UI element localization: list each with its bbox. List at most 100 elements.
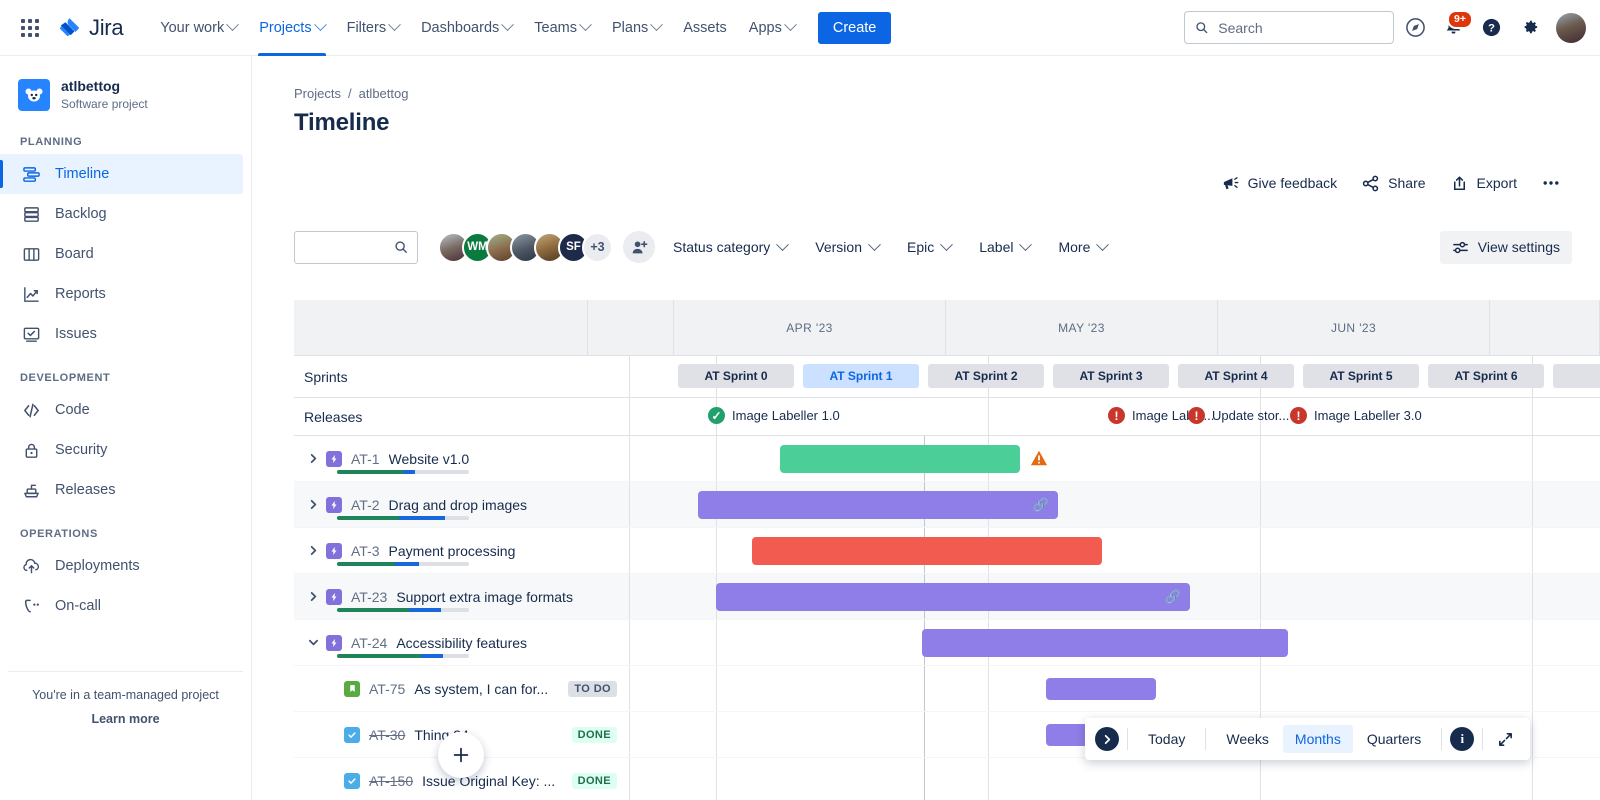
issue-summary[interactable]: Issue Original Key: ... xyxy=(422,773,555,789)
sidebar-item-reports[interactable]: Reports xyxy=(0,274,243,314)
filter-label[interactable]: Label xyxy=(969,232,1040,262)
profile-avatar[interactable] xyxy=(1556,12,1586,43)
project-header[interactable]: atlbettog Software project xyxy=(0,56,251,118)
issue-key[interactable]: AT-75 xyxy=(369,681,405,697)
nav-item-apps[interactable]: Apps xyxy=(738,0,806,56)
give-feedback-button[interactable]: Give feedback xyxy=(1212,167,1347,200)
release-marker[interactable]: ✓ Image Labeller 1.0 xyxy=(708,407,840,424)
release-marker[interactable]: ! Image Labeller 3.0 xyxy=(1290,407,1422,424)
issue-summary[interactable]: Drag and drop images xyxy=(389,497,528,513)
sidebar-item-security[interactable]: Security xyxy=(0,430,243,470)
status-badge[interactable]: TO DO xyxy=(568,680,617,697)
help-button[interactable]: ? xyxy=(1474,11,1508,45)
expand-chevron-icon[interactable] xyxy=(304,496,322,514)
create-issue-fab[interactable] xyxy=(438,732,484,778)
more-actions-button[interactable] xyxy=(1532,166,1570,200)
zoom-quarters-button[interactable]: Quarters xyxy=(1355,725,1433,753)
sprint-chip-current[interactable]: AT Sprint 1 xyxy=(803,364,919,388)
sidebar-item-code[interactable]: Code xyxy=(0,390,243,430)
sidebar-item-issues[interactable]: Issues xyxy=(0,314,243,354)
nav-item-projects[interactable]: Projects xyxy=(248,0,335,56)
filter-version[interactable]: Version xyxy=(805,232,889,262)
nav-item-your-work[interactable]: Your work xyxy=(149,0,248,56)
collapse-chevron-icon[interactable] xyxy=(304,634,322,652)
learn-more-link[interactable]: Learn more xyxy=(8,712,243,726)
expand-chevron-icon[interactable] xyxy=(304,542,322,560)
create-button[interactable]: Create xyxy=(817,11,892,44)
filter-epic[interactable]: Epic xyxy=(897,232,961,262)
sprint-chip[interactable]: AT Sprint 2 xyxy=(928,364,1044,388)
gantt-bar-at-1[interactable] xyxy=(780,445,1020,473)
filter-status-category[interactable]: Status category xyxy=(663,232,797,262)
issue-key[interactable]: AT-3 xyxy=(351,543,380,559)
table-row[interactable]: AT-2 Drag and drop images 🔗 xyxy=(294,482,1600,528)
breadcrumb-projects[interactable]: Projects xyxy=(294,86,341,101)
settings-button[interactable] xyxy=(1512,11,1546,45)
sprint-chip[interactable]: AT Sprint 6 xyxy=(1428,364,1544,388)
collapse-panel-button[interactable] xyxy=(1095,727,1119,751)
expand-chevron-icon[interactable] xyxy=(304,588,322,606)
table-row[interactable]: AT-23 Support extra image formats 🔗 xyxy=(294,574,1600,620)
sidebar-item-backlog[interactable]: Backlog xyxy=(0,194,243,234)
fullscreen-button[interactable] xyxy=(1491,725,1520,754)
table-row[interactable]: AT-24 Accessibility features xyxy=(294,620,1600,666)
sprint-chip[interactable]: AT Sprint 0 xyxy=(678,364,794,388)
issue-summary[interactable]: Payment processing xyxy=(389,543,516,559)
table-row[interactable]: AT-75 As system, I can for... TO DO xyxy=(294,666,1600,712)
zoom-weeks-button[interactable]: Weeks xyxy=(1214,725,1281,753)
expand-chevron-icon[interactable] xyxy=(304,450,322,468)
jira-logo[interactable]: Jira xyxy=(58,15,124,41)
table-row[interactable]: AT-1 Website v1.0 xyxy=(294,436,1600,482)
issue-key[interactable]: AT-2 xyxy=(351,497,380,513)
gantt-bar-at-2[interactable]: 🔗 xyxy=(698,491,1058,519)
gantt-bar-at-3[interactable] xyxy=(752,537,1102,565)
table-row[interactable]: AT-150 Issue Original Key: ... DONE xyxy=(294,758,1600,800)
view-settings-button[interactable]: View settings xyxy=(1439,230,1572,264)
compass-button[interactable] xyxy=(1398,11,1432,45)
issue-key[interactable]: AT-23 xyxy=(351,589,387,605)
gantt-bar-at-23[interactable]: 🔗 xyxy=(716,583,1190,611)
issue-key[interactable]: AT-24 xyxy=(351,635,387,651)
breadcrumb-project[interactable]: atlbettog xyxy=(359,86,409,101)
issue-key[interactable]: AT-150 xyxy=(369,773,413,789)
nav-item-assets[interactable]: Assets xyxy=(672,0,738,56)
warning-icon[interactable] xyxy=(1030,449,1048,467)
status-badge[interactable]: DONE xyxy=(571,772,617,789)
info-button[interactable]: i xyxy=(1450,727,1475,751)
sprint-chip[interactable] xyxy=(1553,364,1600,388)
nav-item-plans[interactable]: Plans xyxy=(601,0,672,56)
sidebar-item-timeline[interactable]: Timeline xyxy=(0,154,243,194)
issue-key[interactable]: AT-30 xyxy=(369,727,405,743)
today-button[interactable]: Today xyxy=(1136,725,1197,753)
add-people-button[interactable] xyxy=(623,231,655,263)
nav-item-teams[interactable]: Teams xyxy=(523,0,601,56)
timeline-search-input[interactable] xyxy=(294,230,418,264)
gantt-bar-at-24[interactable] xyxy=(922,629,1288,657)
issue-summary[interactable]: Accessibility features xyxy=(396,635,527,651)
app-switcher-icon[interactable] xyxy=(18,16,42,40)
sidebar-item-releases[interactable]: Releases xyxy=(0,470,243,510)
table-row[interactable]: AT-3 Payment processing xyxy=(294,528,1600,574)
global-search[interactable] xyxy=(1184,11,1394,44)
issue-summary[interactable]: Website v1.0 xyxy=(389,451,470,467)
nav-item-dashboards[interactable]: Dashboards xyxy=(410,0,523,56)
gantt-bar-at-75[interactable] xyxy=(1046,678,1156,700)
zoom-months-button[interactable]: Months xyxy=(1282,725,1353,753)
search-input[interactable] xyxy=(1216,18,1383,37)
notifications-button[interactable]: 9+ xyxy=(1436,9,1473,45)
nav-item-filters[interactable]: Filters xyxy=(336,0,410,56)
issue-key[interactable]: AT-1 xyxy=(351,451,380,467)
sprint-chip[interactable]: AT Sprint 4 xyxy=(1178,364,1294,388)
export-button[interactable]: Export xyxy=(1441,167,1526,200)
avatar-overflow[interactable]: +3 xyxy=(582,231,613,263)
issue-summary[interactable]: As system, I can for... xyxy=(414,681,548,697)
sprint-chip[interactable]: AT Sprint 5 xyxy=(1303,364,1419,388)
share-button[interactable]: Share xyxy=(1352,167,1434,200)
issue-summary[interactable]: Support extra image formats xyxy=(396,589,573,605)
filter-more[interactable]: More xyxy=(1048,232,1117,262)
sprint-chip[interactable]: AT Sprint 3 xyxy=(1053,364,1169,388)
release-marker[interactable]: ! Update stor... xyxy=(1188,407,1289,424)
sidebar-item-on-call[interactable]: On-call xyxy=(0,586,243,626)
status-badge[interactable]: DONE xyxy=(571,726,617,743)
sidebar-item-board[interactable]: Board xyxy=(0,234,243,274)
